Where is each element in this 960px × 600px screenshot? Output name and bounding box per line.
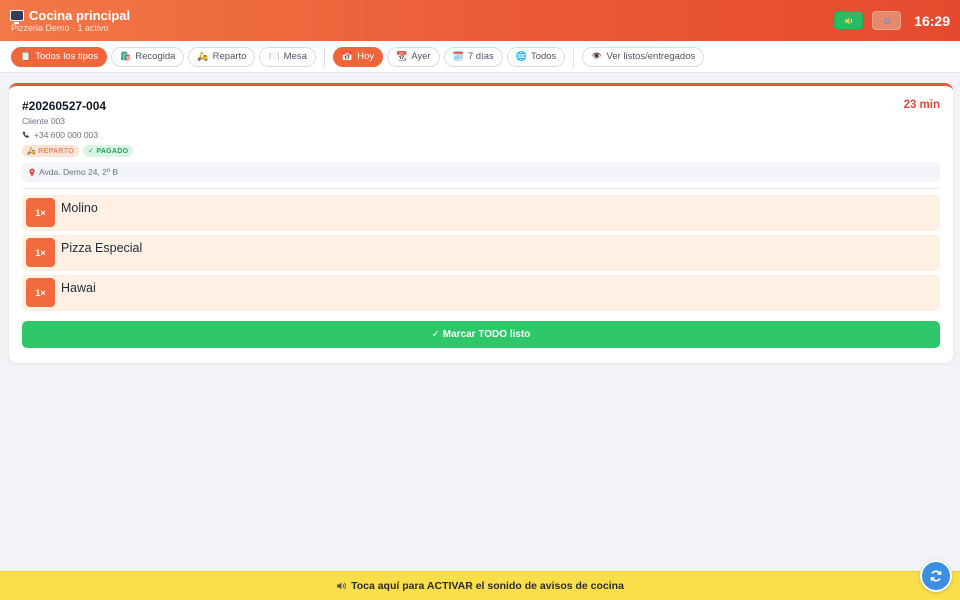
filter-bar: 📋 Todos los tipos 🛍️ Recogida 🛵 Reparto … bbox=[0, 41, 960, 73]
refresh-button[interactable] bbox=[920, 560, 952, 592]
filter-delivery[interactable]: 🛵 Reparto bbox=[188, 46, 256, 67]
paid-badge: ✓ PAGADO bbox=[82, 145, 134, 157]
card-divider bbox=[22, 188, 940, 189]
filter-label: Hoy bbox=[357, 51, 375, 62]
order-id: #20260527-004 bbox=[22, 99, 107, 113]
order-item[interactable]: 1× Molino bbox=[22, 195, 940, 231]
filter-today[interactable]: 📅 Hoy bbox=[332, 46, 384, 67]
calendar-icon: 📆 bbox=[396, 51, 408, 61]
eye-icon: 👁️ bbox=[591, 51, 603, 61]
item-name: Molino bbox=[61, 201, 98, 215]
customer-phone: +34 600 000 003 bbox=[22, 130, 940, 140]
filter-yesterday[interactable]: 📆 Ayer bbox=[387, 46, 440, 67]
item-quantity: 1× bbox=[26, 198, 55, 227]
clock: 16:29 bbox=[914, 12, 950, 29]
filter-divider bbox=[573, 46, 575, 67]
shopping-bag-icon: 🛍️ bbox=[120, 51, 132, 61]
elapsed-time: 23 min bbox=[903, 99, 940, 111]
filter-table[interactable]: 🍽️ Mesa bbox=[259, 46, 316, 67]
filter-label: Reparto bbox=[212, 51, 247, 62]
speaker-icon bbox=[844, 17, 852, 24]
filter-all-types[interactable]: 📋 Todos los tipos bbox=[11, 46, 108, 67]
order-items: 1× Molino 1× Pizza Especial 1× Hawai bbox=[22, 195, 940, 311]
filter-label: Mesa bbox=[283, 51, 307, 62]
item-quantity: 1× bbox=[26, 278, 55, 307]
customer-name: Cliente 003 bbox=[22, 116, 66, 126]
page-subtitle: Pizzeria Demo · 1 activo bbox=[11, 22, 109, 33]
order-header: #20260527-004 23 min bbox=[22, 99, 940, 113]
filter-pickup[interactable]: 🛍️ Recogida bbox=[111, 46, 185, 67]
filter-label: 7 días bbox=[467, 51, 494, 62]
item-quantity: 1× bbox=[26, 238, 55, 267]
title-row: Cocina principal bbox=[10, 7, 131, 24]
filter-all-dates[interactable]: 🌐 Todos bbox=[506, 46, 566, 67]
mark-all-ready-button[interactable]: ✓ Marcar TODO listo bbox=[22, 321, 940, 348]
scooter-icon: 🛵 bbox=[197, 51, 209, 61]
order-item[interactable]: 1× Pizza Especial bbox=[22, 235, 940, 271]
filter-label: Ayer bbox=[411, 51, 431, 62]
gear-icon bbox=[883, 17, 890, 24]
filter-label: Todos bbox=[530, 51, 557, 62]
filter-label: Recogida bbox=[135, 51, 176, 62]
globe-icon: 🌐 bbox=[515, 51, 527, 61]
item-name: Pizza Especial bbox=[61, 241, 143, 255]
toggle-label: Ver listos/entregados bbox=[606, 51, 696, 62]
address-text: Avda. Demo 24, 2º B bbox=[39, 167, 119, 177]
clipboard-icon: 📋 bbox=[20, 51, 32, 61]
sound-activation-banner[interactable]: Toca aquí para ACTIVAR el sonido de avis… bbox=[0, 571, 960, 600]
calendar-icon: 📅 bbox=[341, 51, 354, 61]
banner-text: Toca aquí para ACTIVAR el sonido de avis… bbox=[351, 580, 624, 592]
page-title: Cocina principal bbox=[29, 7, 131, 23]
header-actions: 16:29 bbox=[834, 11, 950, 30]
delivery-address: Avda. Demo 24, 2º B bbox=[22, 162, 940, 182]
tv-icon bbox=[10, 9, 24, 24]
app-header: Cocina principal Pizzeria Demo · 1 activ… bbox=[0, 0, 960, 41]
filter-divider bbox=[323, 46, 325, 67]
settings-button[interactable] bbox=[872, 11, 902, 30]
refresh-icon bbox=[930, 570, 942, 582]
pin-icon bbox=[29, 168, 35, 176]
plate-icon: 🍽️ bbox=[268, 51, 280, 61]
item-name: Hawai bbox=[61, 281, 96, 295]
phone-number: +34 600 000 003 bbox=[34, 130, 99, 140]
phone-icon bbox=[22, 131, 29, 138]
filter-7-days[interactable]: 🗓️ 7 días bbox=[443, 46, 503, 67]
order-card: #20260527-004 23 min Cliente 003 +34 600… bbox=[9, 83, 953, 363]
toggle-show-completed[interactable]: 👁️ Ver listos/entregados bbox=[582, 46, 705, 67]
delivery-badge: 🛵 REPARTO bbox=[22, 145, 79, 157]
header-titles: Cocina principal Pizzeria Demo · 1 activ… bbox=[10, 8, 130, 34]
calendar-range-icon: 🗓️ bbox=[452, 51, 464, 61]
order-badges: 🛵 REPARTO ✓ PAGADO bbox=[22, 145, 940, 157]
sound-button[interactable] bbox=[834, 11, 864, 30]
filter-label: Todos los tipos bbox=[35, 51, 99, 62]
speaker-icon bbox=[337, 582, 346, 590]
order-item[interactable]: 1× Hawai bbox=[22, 275, 940, 311]
